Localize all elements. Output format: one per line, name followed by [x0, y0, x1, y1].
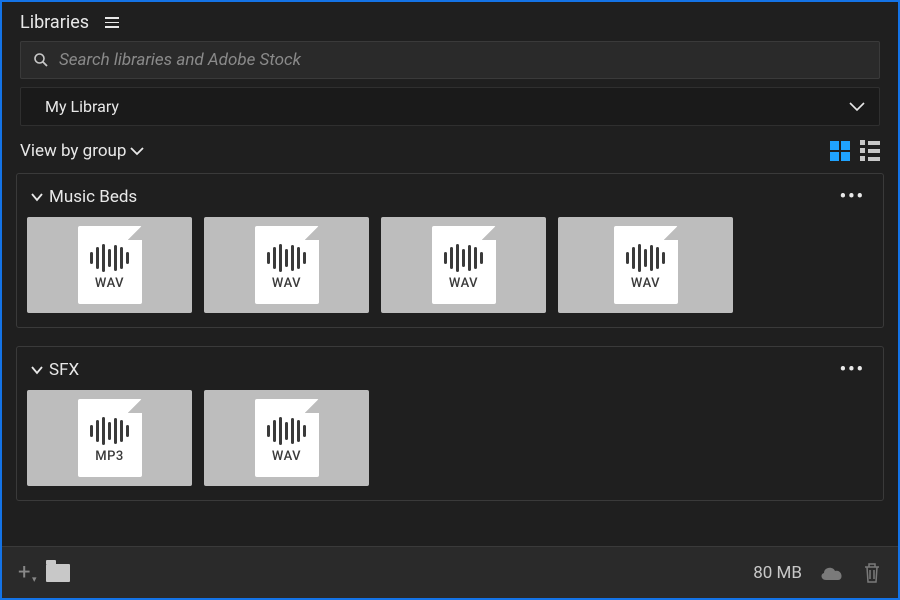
- panel-menu-icon[interactable]: [103, 13, 121, 32]
- group-sfx: SFX ••• MP3 WAV: [16, 346, 884, 501]
- chevron-down-icon: [31, 365, 43, 375]
- library-selector[interactable]: My Library: [20, 87, 880, 126]
- list-view-icon[interactable]: [860, 140, 880, 161]
- group-items: MP3 WAV: [27, 390, 873, 486]
- group-more-icon[interactable]: •••: [836, 359, 869, 380]
- chevron-down-icon: [130, 146, 144, 156]
- group-header[interactable]: Music Beds •••: [27, 182, 873, 217]
- view-mode-selector[interactable]: View by group: [20, 141, 144, 161]
- waveform-icon: [90, 417, 129, 445]
- file-badge: WAV: [255, 399, 319, 477]
- file-format: WAV: [449, 276, 478, 291]
- waveform-icon: [626, 244, 665, 272]
- search-input[interactable]: [59, 50, 867, 70]
- file-format: MP3: [95, 449, 124, 464]
- group-name: SFX: [49, 360, 79, 380]
- library-selector-label: My Library: [45, 97, 119, 116]
- panel-footer: + 80 MB: [2, 546, 898, 598]
- file-badge: MP3: [78, 399, 142, 477]
- asset-thumbnail[interactable]: WAV: [204, 390, 369, 486]
- file-badge: WAV: [78, 226, 142, 304]
- group-header[interactable]: SFX •••: [27, 355, 873, 390]
- waveform-icon: [90, 244, 129, 272]
- file-format: WAV: [95, 276, 124, 291]
- file-badge: WAV: [432, 226, 496, 304]
- file-format: WAV: [631, 276, 660, 291]
- content-area: Music Beds ••• WAV WAV: [2, 173, 898, 546]
- group-more-icon[interactable]: •••: [836, 186, 869, 207]
- panel-header: Libraries: [2, 2, 898, 41]
- asset-thumbnail[interactable]: MP3: [27, 390, 192, 486]
- waveform-icon: [267, 244, 306, 272]
- asset-thumbnail[interactable]: WAV: [204, 217, 369, 313]
- chevron-down-icon: [849, 102, 865, 112]
- file-format: WAV: [272, 276, 301, 291]
- footer-left: +: [18, 560, 70, 585]
- add-button[interactable]: +: [18, 560, 30, 585]
- file-badge: WAV: [255, 226, 319, 304]
- footer-right: 80 MB: [753, 562, 882, 584]
- asset-thumbnail[interactable]: WAV: [27, 217, 192, 313]
- group-title: Music Beds: [31, 187, 137, 207]
- file-format: WAV: [272, 449, 301, 464]
- folder-icon[interactable]: [46, 564, 70, 582]
- group-name: Music Beds: [49, 187, 137, 207]
- group-items: WAV WAV WAV: [27, 217, 873, 313]
- panel-title: Libraries: [20, 12, 89, 33]
- group-music-beds: Music Beds ••• WAV WAV: [16, 173, 884, 328]
- view-buttons: [830, 140, 880, 161]
- libraries-panel: Libraries My Library View by group: [0, 0, 900, 600]
- waveform-icon: [444, 244, 483, 272]
- chevron-down-icon: [31, 192, 43, 202]
- trash-icon[interactable]: [862, 562, 882, 584]
- asset-thumbnail[interactable]: WAV: [381, 217, 546, 313]
- cloud-icon[interactable]: [818, 563, 846, 583]
- view-row: View by group: [2, 136, 898, 173]
- grid-view-icon[interactable]: [830, 141, 850, 161]
- file-badge: WAV: [614, 226, 678, 304]
- search-box[interactable]: [20, 41, 880, 79]
- asset-thumbnail[interactable]: WAV: [558, 217, 733, 313]
- waveform-icon: [267, 417, 306, 445]
- group-title: SFX: [31, 360, 79, 380]
- search-icon: [33, 52, 49, 68]
- storage-size: 80 MB: [753, 563, 802, 583]
- view-mode-label: View by group: [20, 141, 126, 161]
- search-row: [2, 41, 898, 87]
